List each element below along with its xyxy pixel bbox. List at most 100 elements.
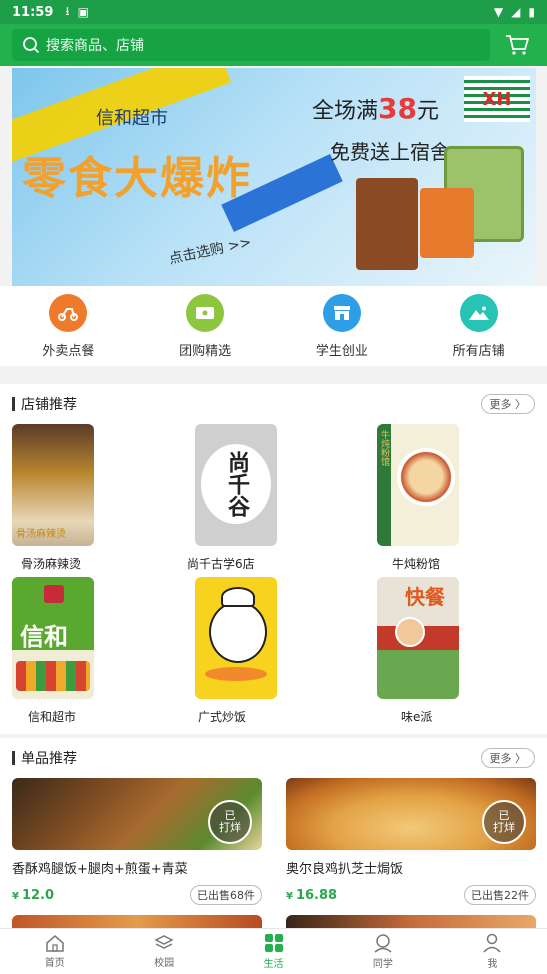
home-icon (45, 935, 64, 952)
cart-icon (506, 35, 529, 55)
shop-card[interactable]: 广式炒饭 (182, 577, 364, 730)
tab-home[interactable]: 首页 (0, 929, 109, 974)
shop-image: 骨汤麻辣烫 (12, 424, 94, 546)
tab-label: 生活 (263, 959, 284, 970)
status-bar: 11:59 ⭳ ▣ ▼ ◢ ▮ (0, 0, 547, 24)
sold-count-badge: 已出售68件 (190, 885, 262, 905)
shop-image: 快餐 (377, 577, 459, 699)
nav-student-startup[interactable]: 学生创业 (274, 286, 411, 366)
shop-image: 信和 (12, 577, 94, 699)
product-image: 已 打烊 (12, 778, 262, 850)
sold-count-badge: 已出售22件 (464, 885, 536, 905)
shops-more-button[interactable]: 更多 〉 (480, 394, 535, 414)
grid-icon (264, 934, 283, 952)
product-image: 已 打烊 (286, 778, 536, 850)
signal-icon: ◢ (511, 5, 521, 19)
tab-classmates[interactable]: 同学 (328, 929, 437, 974)
status-time: 11:59 (12, 4, 54, 20)
top-bar: 搜索商品、店铺 (0, 24, 547, 66)
tab-label: 同学 (372, 959, 393, 970)
product-card[interactable] (12, 915, 274, 928)
person-icon (483, 933, 501, 953)
nav-group-buy[interactable]: 团购精选 (137, 286, 274, 366)
shop-name: 信和超市 (28, 710, 77, 724)
search-placeholder: 搜索商品、店铺 (46, 38, 144, 54)
classmates-icon (374, 934, 392, 953)
shop-name: 尚千古学6店 (187, 557, 255, 571)
tab-me[interactable]: 我 (438, 929, 547, 974)
shop-name: 味e派 (401, 710, 433, 724)
shop-name: 牛炖粉馆 (392, 557, 441, 571)
battery-icon: ▮ (528, 5, 535, 19)
banner-promo-line2: 免费送上宿舍 (330, 140, 450, 164)
tab-life[interactable]: 生活 (219, 929, 328, 974)
tab-label: 校园 (154, 958, 175, 969)
product-card[interactable]: 已 打烊 奥尔良鸡扒芝士焗饭 ¥16.88 已出售22件 (286, 778, 547, 905)
shop-name: 骨汤麻辣烫 (21, 557, 82, 571)
nav-label: 学生创业 (315, 344, 368, 359)
layers-icon (154, 935, 174, 949)
notification-a-icon: ▣ (77, 5, 89, 19)
section-title: 单品推荐 (21, 751, 77, 767)
shop-card[interactable]: 牛炖粉馆 牛炖粉馆 (364, 424, 546, 577)
banner-cta: 点击选购 >> (167, 234, 253, 268)
nav-label: 外卖点餐 (42, 344, 95, 359)
ticket-icon (186, 294, 225, 332)
search-icon (23, 37, 40, 54)
nav-label: 团购精选 (179, 344, 232, 359)
section-header: 店铺推荐 更多 〉 (0, 384, 547, 424)
shop-card[interactable]: 快餐 味e派 (364, 577, 546, 730)
closed-badge: 已 打烊 (208, 800, 252, 844)
product-card[interactable] (286, 915, 547, 928)
product-recommendations: 单品推荐 更多 〉 已 打烊 香酥鸡腿饭+腿肉+煎蛋+青菜 ¥12.0 已出售6… (0, 738, 547, 928)
products-more-button[interactable]: 更多 〉 (480, 748, 535, 768)
shop-image (195, 577, 277, 699)
quick-nav: 外卖点餐 团购精选 学生创业 所有店铺 (0, 286, 547, 366)
shop-card[interactable]: 骨汤麻辣烫 骨汤麻辣烫 (0, 424, 182, 577)
shop-name: 广式炒饭 (198, 710, 247, 724)
product-image (286, 915, 536, 928)
shop-image: 牛炖粉馆 (377, 424, 459, 546)
banner-headline: 零食大爆炸 (22, 153, 252, 204)
product-grid: 已 打烊 香酥鸡腿饭+腿肉+煎蛋+青菜 ¥12.0 已出售68件 已 打烊 奥尔… (0, 778, 547, 928)
scooter-icon (49, 294, 88, 332)
product-meta: ¥16.88 已出售22件 (286, 885, 536, 905)
shop-grid: 骨汤麻辣烫 骨汤麻辣烫 尚千谷 尚千古学6店 牛炖粉馆 牛炖粉馆 信和 信和超市… (0, 424, 547, 730)
closed-badge: 已 打烊 (482, 800, 526, 844)
bottom-tab-bar: 首页 校园 生活 同学 我 (0, 928, 547, 974)
promo-banner[interactable]: 信和超市 零食大爆炸 全场满38元 免费送上宿舍 点击选购 >> XH (12, 68, 536, 286)
wifi-icon: ▼ (493, 5, 504, 19)
product-price: ¥16.88 (286, 887, 338, 903)
product-image (12, 915, 262, 928)
product-name: 奥尔良鸡扒芝士焗饭 (286, 862, 404, 877)
download-icon: ⭳ (65, 3, 70, 18)
banner-brand: 信和超市 (96, 108, 168, 129)
tab-label: 我 (487, 959, 498, 970)
section-marker (12, 397, 15, 411)
shop-card[interactable]: 尚千谷 尚千古学6店 (182, 424, 364, 577)
product-name: 香酥鸡腿饭+腿肉+煎蛋+青菜 (12, 862, 188, 877)
section-title: 店铺推荐 (21, 397, 77, 413)
snack-bag-image (356, 178, 418, 270)
product-meta: ¥12.0 已出售68件 (12, 885, 262, 905)
shop-recommendations: 店铺推荐 更多 〉 骨汤麻辣烫 骨汤麻辣烫 尚千谷 尚千古学6店 牛炖粉馆 牛炖… (0, 384, 547, 734)
tab-label: 首页 (44, 958, 65, 969)
scroll-content[interactable]: 信和超市 零食大爆炸 全场满38元 免费送上宿舍 点击选购 >> XH 外卖点餐… (0, 66, 547, 928)
tab-campus[interactable]: 校园 (109, 929, 218, 974)
section-header: 单品推荐 更多 〉 (0, 738, 547, 778)
shop-card[interactable]: 信和 信和超市 (0, 577, 182, 730)
product-card[interactable]: 已 打烊 香酥鸡腿饭+腿肉+煎蛋+青菜 ¥12.0 已出售68件 (12, 778, 274, 905)
cart-button[interactable] (504, 32, 530, 58)
shop-image: 尚千谷 (195, 424, 277, 546)
nav-all-shops[interactable]: 所有店铺 (410, 286, 547, 366)
banner-promo-line1: 全场满38元 (312, 92, 439, 125)
mountain-image-icon (459, 294, 498, 332)
banner-logo: XH (464, 76, 530, 122)
section-marker (12, 751, 15, 765)
nav-takeout[interactable]: 外卖点餐 (0, 286, 137, 366)
store-icon (322, 294, 361, 332)
search-input[interactable]: 搜索商品、店铺 (12, 29, 490, 61)
snack-bag-image (420, 188, 474, 258)
nav-label: 所有店铺 (452, 344, 505, 359)
product-price: ¥12.0 (12, 887, 55, 903)
